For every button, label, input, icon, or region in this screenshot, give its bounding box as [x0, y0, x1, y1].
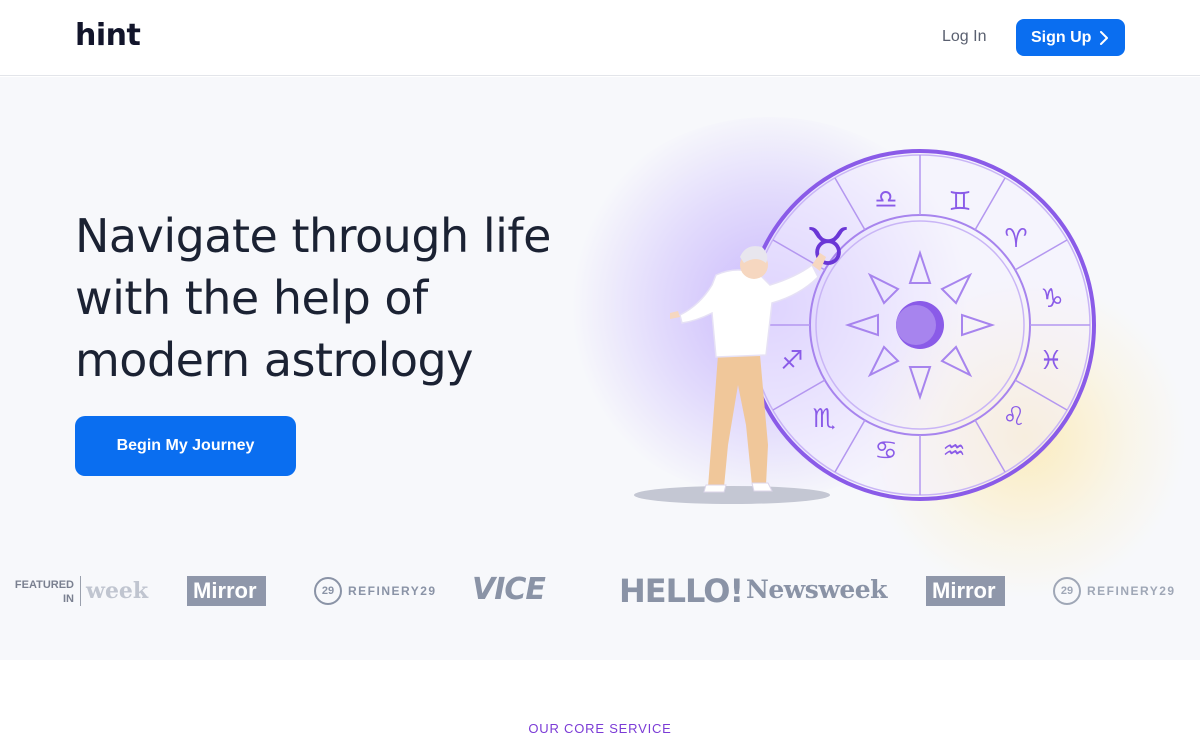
- press-logos-strip: FEATURED IN week Mirror 29 REFINERY29 VI…: [0, 560, 1200, 620]
- zodiac-wheel-icon: ♎ ♊ ♈ ♑ ♓ ♌ ♒ ♋ ♏ ♐ ♉: [744, 149, 1096, 501]
- svg-text:♓: ♓: [1039, 346, 1062, 376]
- svg-text:♊: ♊: [948, 187, 971, 217]
- refinery29-mark-icon: 29: [1053, 577, 1081, 605]
- press-logo-newsweek-partial: week: [86, 578, 149, 604]
- featured-in-label: FEATURED IN: [14, 579, 74, 605]
- featured-divider: [80, 576, 81, 606]
- signup-label: Sign Up: [1031, 28, 1092, 46]
- hero-headline: Navigate through life with the help of m…: [75, 209, 551, 387]
- press-logo-vice: VICE: [472, 572, 546, 607]
- press-logo-mirror: Mirror: [926, 576, 1005, 606]
- core-service-label: OUR CORE SERVICE: [528, 721, 672, 736]
- svg-text:♑: ♑: [1040, 284, 1063, 314]
- begin-journey-button[interactable]: Begin My Journey: [75, 416, 296, 476]
- svg-text:♐: ♐: [780, 346, 803, 376]
- hint-logo[interactable]: hint: [75, 18, 141, 53]
- press-logo-hello: HELLO!: [619, 572, 744, 610]
- hero-section: Navigate through life with the help of m…: [0, 77, 1200, 660]
- refinery29-wordmark: REFINERY29: [348, 584, 437, 598]
- login-link[interactable]: Log In: [942, 28, 986, 46]
- svg-text:♒: ♒: [942, 436, 965, 466]
- svg-text:♎: ♎: [874, 185, 897, 215]
- chevron-right-icon: [1100, 30, 1109, 45]
- refinery29-wordmark: REFINERY29: [1087, 584, 1176, 598]
- svg-text:♋: ♋: [874, 436, 897, 466]
- refinery29-mark-icon: 29: [314, 577, 342, 605]
- floor-shadow: [634, 486, 830, 504]
- top-navigation-bar: hint Log In Sign Up: [0, 0, 1200, 76]
- press-logo-mirror: Mirror: [187, 576, 266, 606]
- zodiac-wheel-illustration: ♎ ♊ ♈ ♑ ♓ ♌ ♒ ♋ ♏ ♐ ♉: [634, 149, 1096, 504]
- signup-button[interactable]: Sign Up: [1016, 19, 1125, 56]
- press-logo-refinery29: 29 REFINERY29: [314, 577, 437, 605]
- svg-text:♏: ♏: [812, 404, 835, 434]
- press-logo-refinery29: 29 REFINERY29: [1053, 577, 1176, 605]
- svg-text:♈: ♈: [1004, 224, 1027, 254]
- press-logo-newsweek: Newsweek: [746, 575, 888, 604]
- svg-text:♌: ♌: [1002, 402, 1025, 432]
